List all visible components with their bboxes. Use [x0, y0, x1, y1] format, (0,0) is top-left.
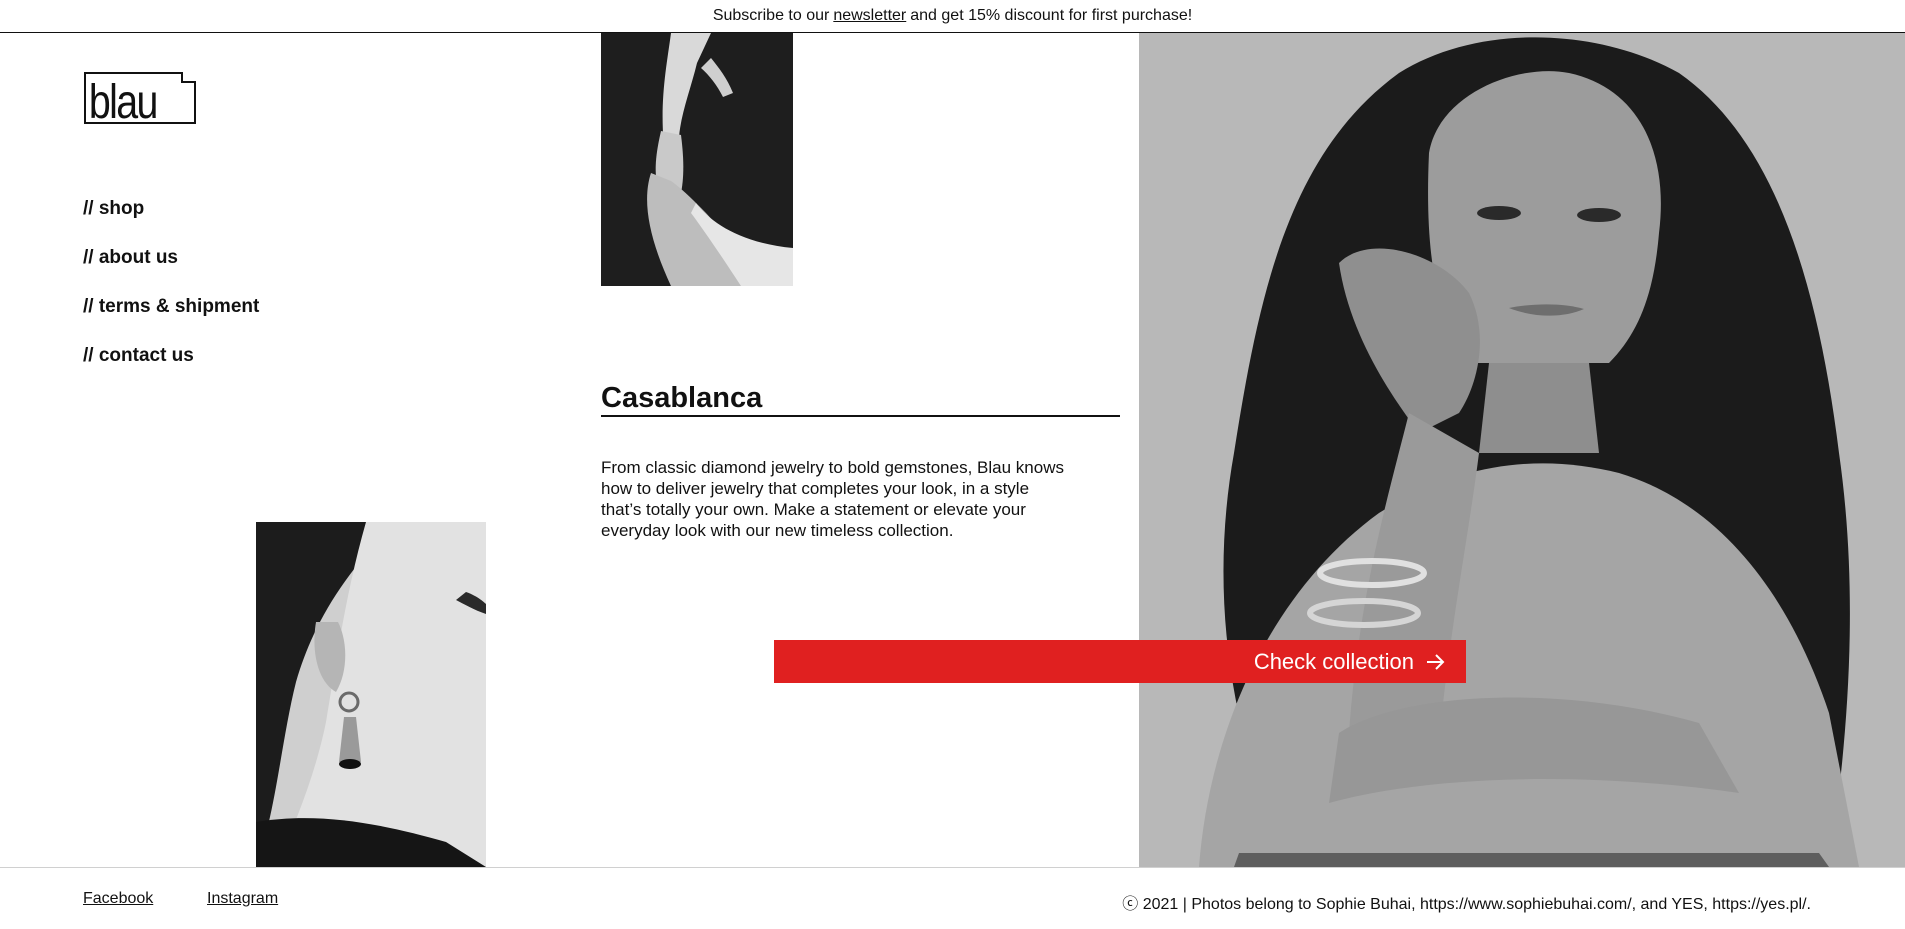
nav-item-about-us[interactable]: // about us — [83, 245, 259, 294]
collection-heading: Casablanca — [601, 381, 1120, 417]
copyright-credit: ⓒ 2021 | Photos belong to Sophie Buhai, … — [1122, 896, 1811, 913]
announcement-bar: Subscribe to our newsletter and get 15% … — [0, 0, 1905, 33]
check-collection-label: Check collection — [1253, 648, 1414, 674]
nav-item-contact-us[interactable]: // contact us — [83, 343, 259, 392]
logo-text: blau — [89, 75, 157, 124]
collection-description: From classic diamond jewelry to bold gem… — [601, 458, 1064, 540]
announcement-suffix: and get 15% discount for first purchase! — [910, 7, 1193, 24]
nav-item-terms-shipment[interactable]: // terms & shipment — [83, 294, 259, 343]
main-nav: // shop // about us // terms & shipment … — [83, 196, 259, 392]
announcement-prefix: Subscribe to our — [712, 7, 830, 24]
logo[interactable]: blau — [84, 72, 196, 129]
earring-photo — [256, 522, 486, 867]
arrow-right-icon — [1424, 651, 1446, 673]
collection-title: Casablanca — [601, 382, 763, 414]
nav-item-shop[interactable]: // shop — [83, 196, 259, 245]
portrait-photo — [1139, 33, 1905, 867]
footer: Facebook Instagram ⓒ 2021 | Photos belon… — [0, 867, 1905, 929]
hands-photo — [601, 33, 793, 286]
instagram-link[interactable]: Instagram — [207, 890, 278, 908]
facebook-link[interactable]: Facebook — [83, 890, 153, 908]
newsletter-link[interactable]: newsletter — [833, 7, 906, 25]
check-collection-button[interactable]: Check collection — [774, 640, 1466, 683]
